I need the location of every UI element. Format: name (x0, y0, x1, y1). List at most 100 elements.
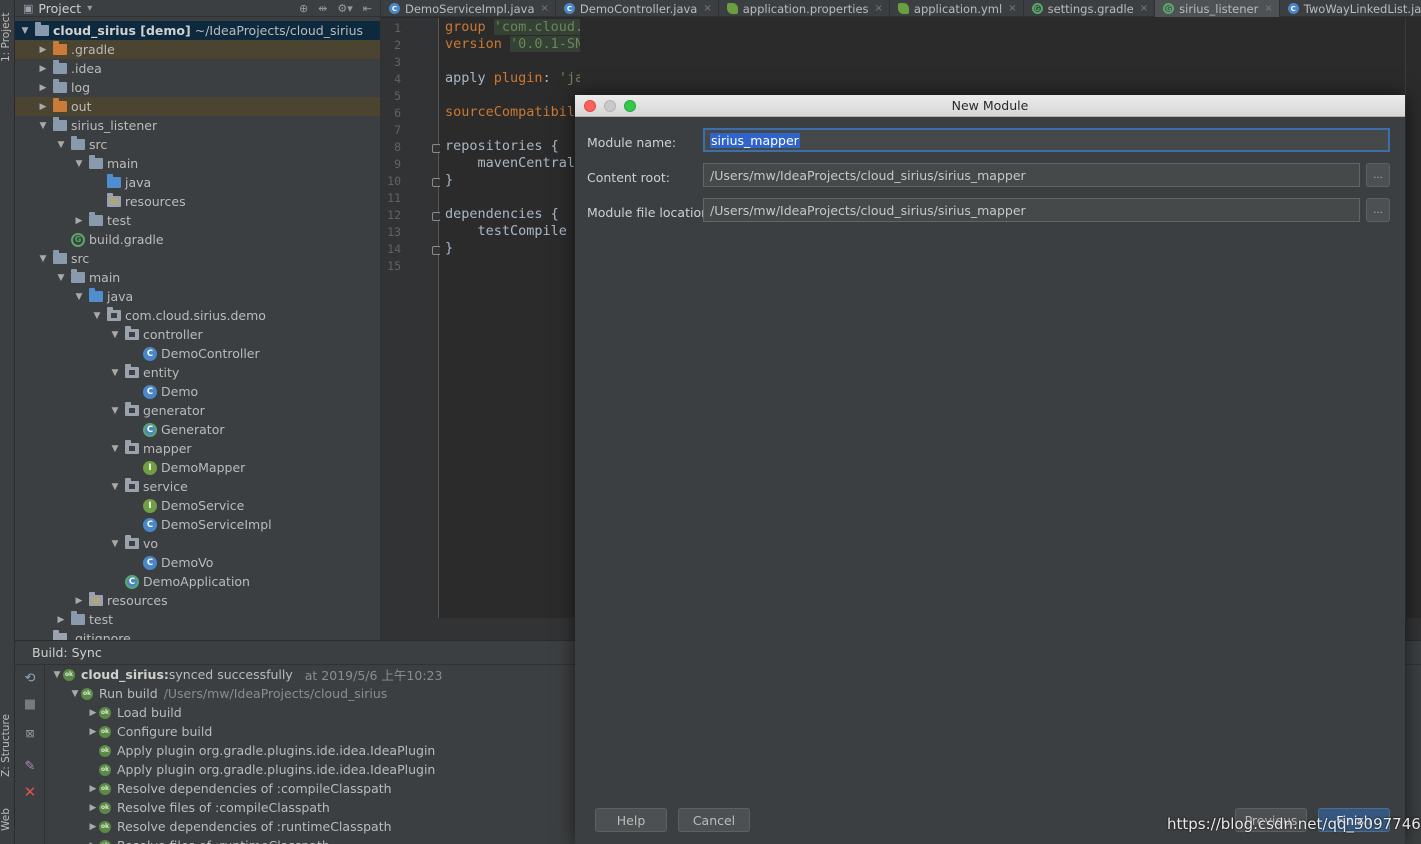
collapsed-arrow-icon[interactable]: ▶ (37, 83, 49, 93)
expanded-arrow-icon[interactable]: ▼ (19, 26, 31, 36)
tree-item[interactable]: I DemoService (15, 496, 380, 515)
toggle-view-icon[interactable]: ⊠ (22, 727, 38, 743)
close-icon[interactable]: ✕ (22, 783, 38, 801)
editor-code-area[interactable]: group 'com.cloud.sirius'version '0.0.1-S… (440, 18, 580, 618)
build-row[interactable]: ▼ ok cloud_sirius: synced successfully at 2… (51, 665, 443, 684)
build-row[interactable]: ▶ok Resolve files of :runtimeClasspath (87, 836, 330, 844)
build-row[interactable]: ▶ ok Configure build (87, 722, 213, 741)
collapsed-arrow-icon[interactable]: ▶ (37, 45, 49, 55)
collapsed-arrow-icon[interactable]: ▶ (37, 102, 49, 112)
build-row[interactable]: ok Apply plugin org.gradle.plugins.ide.id… (87, 760, 435, 779)
sync-icon[interactable]: ⟲ (22, 671, 38, 687)
tree-item[interactable]: .gitignore (15, 629, 380, 640)
tree-item[interactable]: ▶ log (15, 78, 380, 97)
close-window-button[interactable] (584, 100, 596, 112)
expanded-arrow-icon[interactable]: ▼ (109, 368, 121, 378)
tree-item[interactable]: ▶ .idea (15, 59, 380, 78)
collapsed-arrow-icon[interactable]: ▶ (37, 64, 49, 74)
build-row[interactable]: ▼ ok Run build/Users/mw/IdeaProjects/cloud… (69, 684, 388, 703)
collapsed-arrow-icon[interactable]: ▶ (87, 803, 99, 813)
close-tab-icon[interactable]: × (703, 3, 711, 14)
close-tab-icon[interactable]: × (875, 3, 883, 14)
expanded-arrow-icon[interactable]: ▼ (55, 140, 67, 150)
zoom-window-button[interactable] (624, 100, 636, 112)
expanded-arrow-icon[interactable]: ▼ (55, 273, 67, 283)
tree-item[interactable]: ▼ main (15, 268, 380, 287)
tree-item[interactable]: Gbuild.gradle (15, 230, 380, 249)
editor-scrollbar[interactable] (1405, 18, 1421, 640)
tree-item[interactable]: ▼ src (15, 135, 380, 154)
tree-item[interactable]: C Demo (15, 382, 380, 401)
expanded-arrow-icon[interactable]: ▼ (109, 444, 121, 454)
module-name-input[interactable]: sirius_mapper (703, 128, 1390, 152)
tree-item[interactable]: ▼ generator (15, 401, 380, 420)
expanded-arrow-icon[interactable]: ▼ (109, 406, 121, 416)
editor-tab[interactable]: Gsirius_listener × (1155, 0, 1280, 17)
tree-item[interactable]: resources (15, 192, 380, 211)
tree-item[interactable]: C DemoServiceImpl (15, 515, 380, 534)
tree-item[interactable]: ▼ cloud_sirius [demo] ~/IdeaProjects/cloud… (15, 21, 380, 40)
tree-item[interactable]: ▼ main (15, 154, 380, 173)
tree-item[interactable]: ▶ test (15, 610, 380, 629)
tree-item[interactable]: ▼ controller (15, 325, 380, 344)
settings-icon[interactable]: ⚙▾ (337, 2, 352, 15)
collapsed-arrow-icon[interactable]: ▶ (87, 841, 99, 844)
editor-tab[interactable]: C DemoController.java × (556, 0, 719, 17)
tree-item[interactable]: ▼ service (15, 477, 380, 496)
tree-item[interactable]: java (15, 173, 380, 192)
expanded-arrow-icon[interactable]: ▼ (51, 670, 63, 680)
content-root-input[interactable]: /Users/mw/IdeaProjects/cloud_sirius/siri… (703, 163, 1360, 187)
expanded-arrow-icon[interactable]: ▼ (73, 292, 85, 302)
tree-item[interactable]: C DemoApplication (15, 572, 380, 591)
tree-item[interactable]: ▼ src (15, 249, 380, 268)
expanded-arrow-icon[interactable]: ▼ (37, 121, 49, 131)
collapsed-arrow-icon[interactable]: ▶ (87, 822, 99, 832)
tree-item[interactable]: C DemoController (15, 344, 380, 363)
pin-icon[interactable]: ✎ (22, 759, 38, 775)
tree-item[interactable]: ▶ out (15, 97, 380, 116)
expanded-arrow-icon[interactable]: ▼ (69, 689, 81, 699)
tree-item[interactable]: ▼ sirius_listener (15, 116, 380, 135)
editor-tab[interactable]: Gsettings.gradle × (1024, 0, 1156, 17)
tree-item[interactable]: ▼ java (15, 287, 380, 306)
content-root-browse-button[interactable]: ... (1366, 163, 1390, 187)
tree-item[interactable]: C Generator (15, 420, 380, 439)
collapsed-arrow-icon[interactable]: ▶ (55, 615, 67, 625)
editor-tab[interactable]: application.yml × (890, 0, 1024, 17)
expanded-arrow-icon[interactable]: ▼ (109, 539, 121, 549)
build-row[interactable]: ok Apply plugin org.gradle.plugins.ide.id… (87, 741, 435, 760)
tree-item[interactable]: ▼ entity (15, 363, 380, 382)
expanded-arrow-icon[interactable]: ▼ (73, 159, 85, 169)
tree-item[interactable]: ▼ com.cloud.sirius.demo (15, 306, 380, 325)
build-row[interactable]: ▶ ok Resolve dependencies of :runtimeClass… (87, 817, 392, 836)
module-file-location-input[interactable]: /Users/mw/IdeaProjects/cloud_sirius/siri… (703, 198, 1360, 222)
collapsed-arrow-icon[interactable]: ▶ (87, 727, 99, 737)
editor-tab[interactable]: C DemoServiceImpl.java × (381, 0, 556, 17)
close-tab-icon[interactable]: × (541, 3, 549, 14)
tree-item[interactable]: ▼ vo (15, 534, 380, 553)
project-view-title[interactable]: Project (38, 1, 81, 16)
close-tab-icon[interactable]: × (1008, 3, 1016, 14)
collapsed-arrow-icon[interactable]: ▶ (73, 216, 85, 226)
structure-tool-window-button[interactable]: Z: Structure (0, 706, 15, 786)
expanded-arrow-icon[interactable]: ▼ (91, 311, 103, 321)
help-button[interactable]: Help (595, 808, 667, 832)
editor-tab[interactable]: application.properties × (719, 0, 890, 17)
close-tab-icon[interactable]: × (1140, 3, 1148, 14)
collapsed-arrow-icon[interactable]: ▶ (73, 596, 85, 606)
hide-icon[interactable]: ⇤ (363, 2, 372, 15)
project-view-dropdown-icon[interactable]: ▾ (87, 3, 92, 14)
tree-item[interactable]: ▶ test (15, 211, 380, 230)
close-tab-icon[interactable]: × (1264, 3, 1272, 14)
web-tool-window-button[interactable]: Web (0, 800, 15, 840)
stop-icon[interactable]: ■ (22, 697, 38, 713)
build-row[interactable]: ▶ ok Resolve files of :compileClasspath (87, 798, 330, 817)
tree-item[interactable]: ▶ resources (15, 591, 380, 610)
collapsed-arrow-icon[interactable]: ▶ (87, 708, 99, 718)
build-row[interactable]: ▶ ok Load build (87, 703, 182, 722)
build-row[interactable]: ▶ ok Resolve dependencies of :compileClass… (87, 779, 392, 798)
expanded-arrow-icon[interactable]: ▼ (109, 330, 121, 340)
tree-item[interactable]: ▼ mapper (15, 439, 380, 458)
project-tool-window-button[interactable]: 1: Project (0, 2, 15, 72)
cancel-button[interactable]: Cancel (678, 808, 750, 832)
